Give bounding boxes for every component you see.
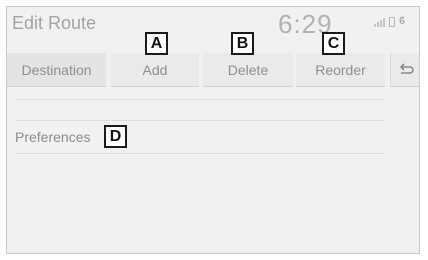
edit-route-screen: Edit Route 6:29 ϐ Destination Add Delete… (6, 6, 420, 254)
bluetooth-icon: ϐ (399, 16, 406, 27)
signal-icon (374, 18, 385, 27)
callout-d: D (104, 125, 127, 148)
status-icons: ϐ (374, 17, 405, 27)
delete-button[interactable]: Delete (203, 53, 293, 87)
back-arrow-icon (399, 63, 414, 74)
divider (15, 153, 383, 154)
page-title: Edit Route (12, 13, 97, 33)
phone-icon (389, 17, 395, 27)
tab-row: Destination Add Delete Reorder (7, 53, 419, 89)
divider (15, 99, 383, 100)
back-button[interactable] (390, 53, 419, 87)
add-button[interactable]: Add (111, 53, 199, 87)
callout-a: A (145, 32, 168, 55)
callout-b: B (231, 32, 254, 55)
preferences-button[interactable]: Preferences (15, 127, 90, 147)
callout-c: C (322, 32, 345, 55)
divider (15, 120, 383, 121)
reorder-button[interactable]: Reorder (296, 53, 385, 87)
tab-destination[interactable]: Destination (7, 53, 106, 87)
